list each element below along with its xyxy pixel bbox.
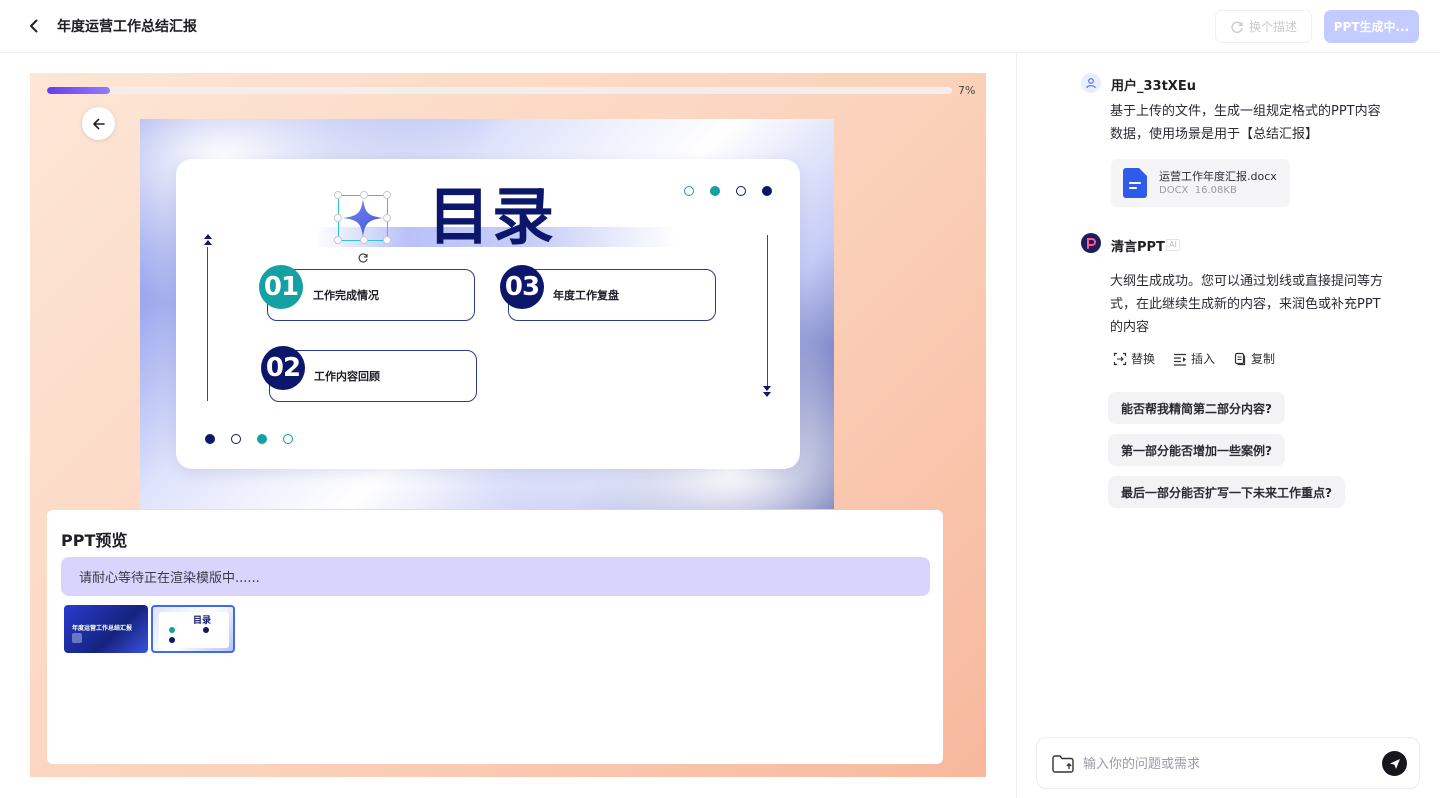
toc-item-number: 02 [261, 346, 305, 390]
chat-input-box [1036, 737, 1420, 789]
resize-handle[interactable] [360, 191, 368, 199]
folder-upload-icon[interactable] [1051, 752, 1075, 776]
slide-card: 目录 01 工作完成情况 02 工作内容回顾 03 年度工作复盘 [176, 159, 800, 469]
chat-input[interactable] [1083, 751, 1363, 777]
insert-icon [1174, 353, 1186, 366]
file-name: 运营工作年度汇报.docx [1159, 170, 1277, 183]
decor-dot [762, 186, 772, 196]
resize-handle[interactable] [334, 214, 342, 222]
panel-divider [1016, 53, 1017, 798]
resize-handle[interactable] [383, 236, 391, 244]
page-title: 年度运营工作总结汇报 [57, 19, 197, 35]
left-vertical-line [207, 247, 208, 401]
user-name: 用户_33tXEu [1111, 79, 1196, 94]
refresh-icon [1231, 21, 1243, 33]
rotate-icon [358, 253, 368, 263]
generation-progress-bar [47, 87, 952, 94]
file-type: DOCX [1159, 185, 1189, 196]
toc-item-label: 年度工作复盘 [553, 289, 619, 302]
toc-item-label: 工作完成情况 [313, 289, 379, 302]
thumbnail-title: 目录 [193, 616, 212, 626]
replace-action[interactable]: 替换 [1113, 350, 1155, 367]
copy-icon [1234, 352, 1246, 365]
toc-item-number: 01 [259, 265, 303, 309]
preview-title: PPT预览 [61, 531, 128, 550]
chevron-left-icon [30, 19, 38, 33]
progress-percent: 7% [958, 84, 976, 97]
qingyan-logo-icon [1087, 238, 1096, 249]
bot-message: 大纲生成成功。您可以通过划线或直接提问等方式，在此继续生成新的内容，来润色或补充… [1110, 274, 1384, 335]
up-arrows-icon [204, 234, 212, 245]
ppt-generating-button[interactable]: PPT生成中... [1324, 10, 1419, 43]
right-vertical-line [767, 235, 768, 389]
attached-file-card[interactable]: 运营工作年度汇报.docx DOCX 16.08KB [1111, 159, 1290, 207]
copy-action[interactable]: 复制 [1233, 350, 1275, 367]
redescribe-button[interactable]: 换个描述 [1215, 10, 1312, 43]
slide-back-button[interactable] [82, 107, 115, 140]
thumbnail-decor [169, 637, 175, 643]
decor-dot [205, 434, 215, 444]
decor-dot [257, 434, 267, 444]
file-meta: DOCX 16.08KB [1159, 185, 1237, 196]
user-avatar [1081, 73, 1101, 93]
selected-star-element[interactable] [334, 191, 391, 244]
toc-item-number: 03 [500, 265, 544, 309]
resize-handle[interactable] [360, 236, 368, 244]
thumbnail-title: 年度运营工作总结汇报 [72, 625, 133, 632]
progress-fill [47, 87, 111, 94]
slide-thumbnail-2[interactable]: 目录 [151, 605, 235, 653]
user-message: 基于上传的文件，生成一组规定格式的PPT内容数据，使用场景是用于【总结汇报】 [1110, 104, 1381, 142]
decor-dot [283, 434, 293, 444]
decor-dot [736, 186, 746, 196]
rotate-handle[interactable] [356, 251, 370, 265]
insert-action[interactable]: 插入 [1173, 350, 1215, 367]
replace-icon [1113, 352, 1127, 365]
decor-dot [710, 186, 720, 196]
render-status-banner: 请耐心等待正在渲染模版中...... [61, 557, 930, 596]
arrow-left-icon [92, 118, 105, 129]
document-icon [1123, 168, 1147, 198]
back-button[interactable] [22, 14, 46, 38]
suggestion-chip[interactable]: 第一部分能否增加一些案例? [1108, 434, 1285, 466]
send-icon [1389, 758, 1400, 769]
suggestion-chip[interactable]: 能否帮我精简第二部分内容? [1108, 392, 1285, 424]
file-size: 16.08KB [1194, 185, 1237, 196]
resize-handle[interactable] [334, 191, 342, 199]
replace-label: 替换 [1131, 352, 1156, 366]
resize-handle[interactable] [334, 236, 342, 244]
down-arrows-icon [763, 386, 771, 397]
copy-label: 复制 [1251, 352, 1276, 366]
decor-dot [684, 186, 694, 196]
sparkle-star-icon [343, 199, 383, 237]
toc-item-label: 工作内容回顾 [314, 370, 380, 383]
resize-handle[interactable] [383, 214, 391, 222]
slide-thumbnail-1[interactable]: 年度运营工作总结汇报 [64, 605, 148, 653]
bot-name: 清言PPT [1111, 240, 1165, 255]
redescribe-label: 换个描述 [1248, 20, 1297, 34]
thumbnail-decor [203, 627, 209, 633]
thumbnail-decor [169, 627, 175, 633]
send-button[interactable] [1382, 751, 1407, 776]
bot-avatar [1081, 233, 1101, 253]
suggestion-chip[interactable]: 最后一部分能否扩写一下未来工作重点? [1108, 476, 1345, 508]
ppt-editor-stage: 7% 目录 01 工作完成情况 02 工作内容回顾 03 年度工作复盘 PPT预… [30, 73, 986, 777]
slide-canvas[interactable]: 目录 01 工作完成情况 02 工作内容回顾 03 年度工作复盘 [140, 119, 834, 509]
thumbnail-decor [72, 633, 82, 643]
top-bar: 年度运营工作总结汇报 换个描述 PPT生成中... [0, 0, 1440, 53]
insert-label: 插入 [1191, 352, 1216, 366]
ppt-preview-panel: PPT预览 请耐心等待正在渲染模版中...... 年度运营工作总结汇报 目录 [47, 510, 943, 764]
ai-badge: AI [1166, 239, 1180, 251]
decor-dot [231, 434, 241, 444]
resize-handle[interactable] [383, 191, 391, 199]
user-icon [1086, 78, 1096, 89]
slide-title[interactable]: 目录 [428, 179, 556, 255]
